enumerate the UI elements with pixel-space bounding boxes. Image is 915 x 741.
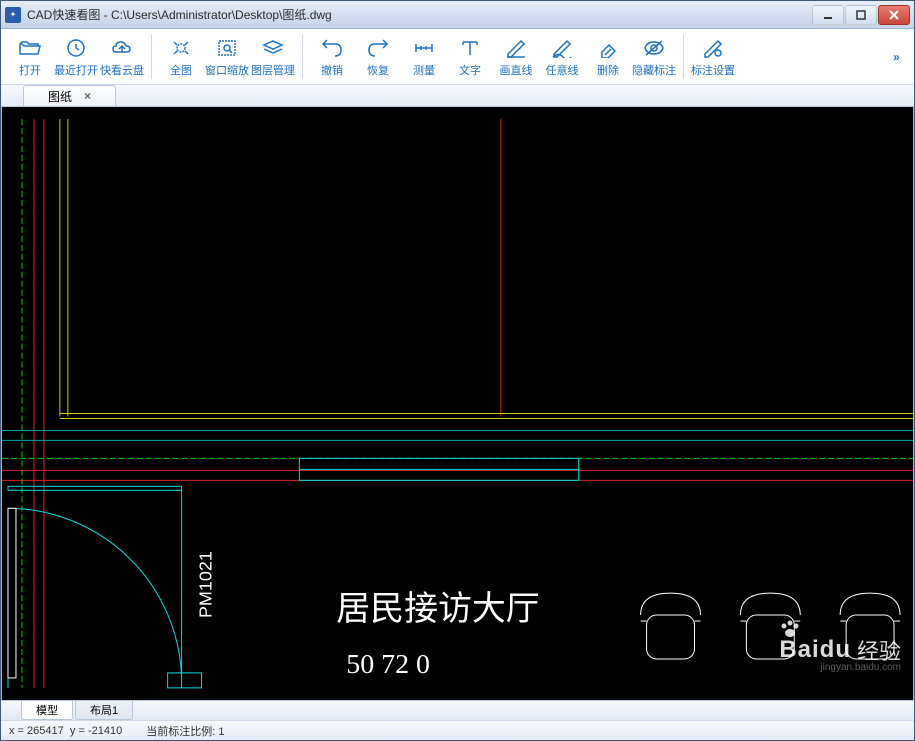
toolbar: 打开 最近打开 快看云盘 全图 窗口缩放 图层管理 撤销 (1, 29, 914, 85)
full-view-button[interactable]: 全图 (158, 32, 204, 82)
window-buttons (812, 5, 910, 25)
tab-layout1[interactable]: 布局1 (75, 701, 133, 720)
toolbar-separator (683, 35, 684, 79)
text-icon (459, 36, 481, 60)
layers-icon (262, 36, 284, 60)
window-title: CAD快速看图 - C:\Users\Administrator\Desktop… (27, 6, 812, 23)
delete-button[interactable]: 删除 (585, 32, 631, 82)
toolbar-separator (151, 35, 152, 79)
layer-manage-button[interactable]: 图层管理 (250, 32, 296, 82)
pencil-line-icon (505, 36, 527, 60)
undo-icon (321, 36, 343, 60)
measure-icon (413, 36, 435, 60)
document-tabs: 图纸 × (1, 85, 914, 107)
text-button[interactable]: 文字 (447, 32, 493, 82)
hide-markup-button[interactable]: 隐藏标注 (631, 32, 677, 82)
minimize-button[interactable] (812, 5, 844, 25)
undo-button[interactable]: 撤销 (309, 32, 355, 82)
close-button[interactable] (878, 5, 910, 25)
app-window: ✦ CAD快速看图 - C:\Users\Administrator\Deskt… (0, 0, 915, 741)
door-tag: PM1021 (196, 551, 216, 618)
app-icon: ✦ (5, 7, 21, 23)
hide-markup-icon (643, 36, 665, 60)
clock-folder-icon (64, 36, 88, 60)
dimension-text: 50 72 0 (346, 649, 430, 680)
toolbar-separator (302, 35, 303, 79)
markup-settings-button[interactable]: 标注设置 (690, 32, 736, 82)
draw-line-button[interactable]: 画直线 (493, 32, 539, 82)
tab-document[interactable]: 图纸 × (23, 85, 116, 106)
zoom-window-button[interactable]: 窗口缩放 (204, 32, 250, 82)
coords-readout: x = 265417 y = -21410 (9, 725, 122, 737)
redo-icon (367, 36, 389, 60)
freehand-button[interactable]: 任意线 (539, 32, 585, 82)
folder-open-icon (18, 36, 42, 60)
scale-readout: 当前标注比例: 1 (146, 723, 224, 739)
maximize-button[interactable] (845, 5, 877, 25)
tab-label: 图纸 (48, 88, 72, 105)
measure-button[interactable]: 测量 (401, 32, 447, 82)
pencil-curve-icon (551, 36, 573, 60)
recent-button[interactable]: 最近打开 (53, 32, 99, 82)
settings-pencil-icon (702, 36, 724, 60)
cloud-icon (110, 36, 134, 60)
statusbar: x = 265417 y = -21410 当前标注比例: 1 (1, 720, 914, 740)
toolbar-overflow[interactable]: » (886, 50, 908, 64)
expand-icon (170, 36, 192, 60)
room-label: 居民接访大厅 (336, 590, 539, 628)
zoom-window-icon (216, 36, 238, 60)
layout-tabs: 模型 布局1 (1, 700, 914, 720)
redo-button[interactable]: 恢复 (355, 32, 401, 82)
titlebar: ✦ CAD快速看图 - C:\Users\Administrator\Deskt… (1, 1, 914, 29)
tab-model[interactable]: 模型 (21, 701, 73, 720)
open-button[interactable]: 打开 (7, 32, 53, 82)
close-tab-icon[interactable]: × (84, 89, 91, 103)
cloud-button[interactable]: 快看云盘 (99, 32, 145, 82)
eraser-icon (597, 36, 619, 60)
drawing-canvas[interactable]: PM1021 居民接访大厅 50 72 0 Baidu 经验 jingyan.b… (1, 107, 914, 700)
